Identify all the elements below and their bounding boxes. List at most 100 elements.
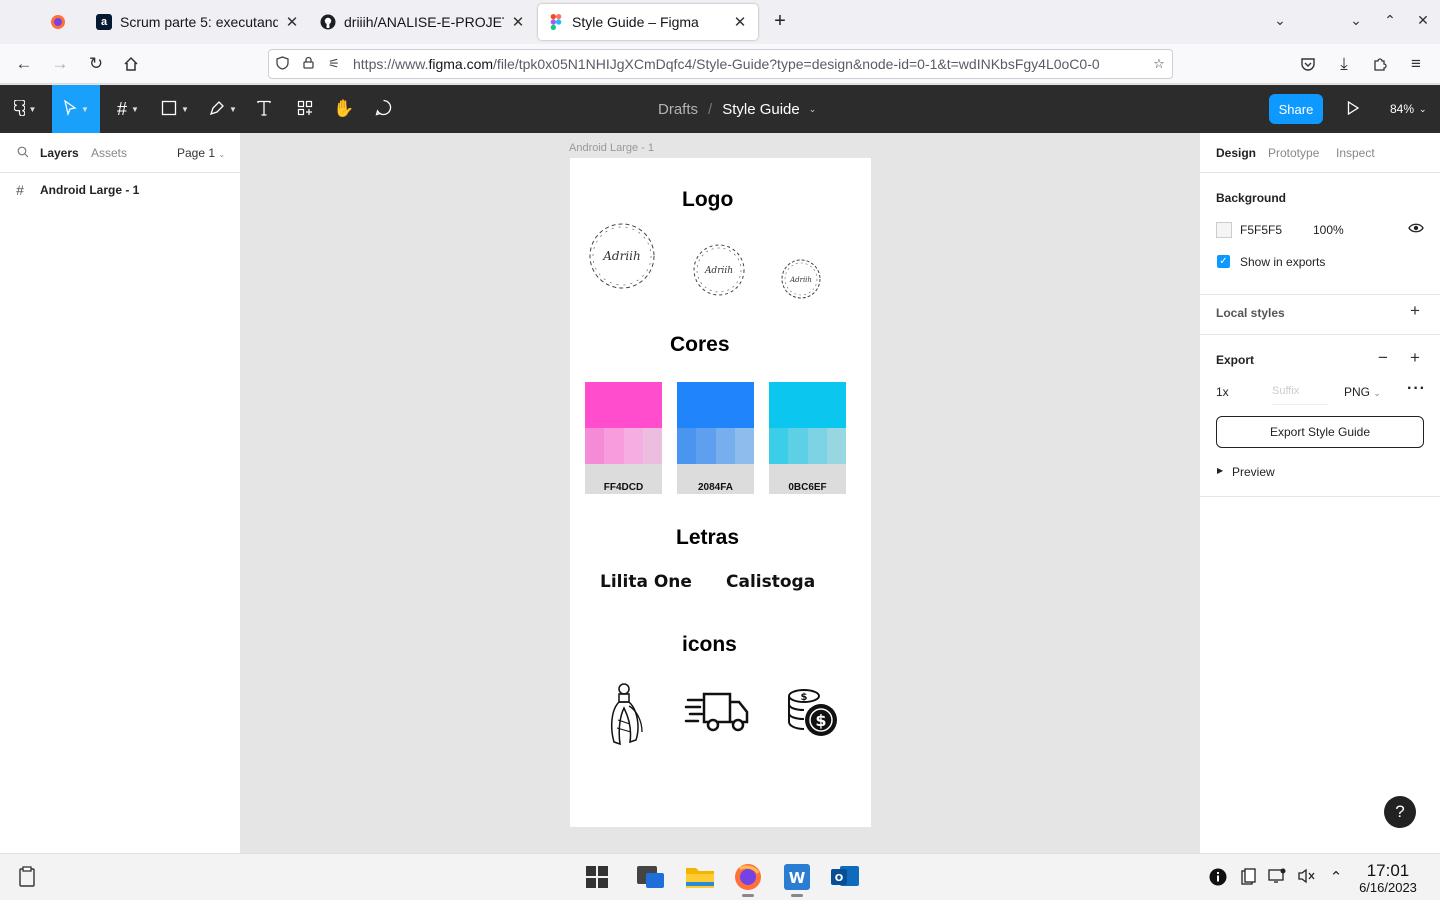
bookmark-star-icon[interactable]: ☆ [1146, 56, 1172, 72]
close-tab-icon[interactable]: ✕ [284, 13, 300, 31]
start-menu-icon[interactable] [582, 862, 612, 892]
design-canvas[interactable]: Android Large - 1 Logo Adriih Adriih Adr… [241, 133, 1199, 853]
pocket-icon[interactable] [1296, 52, 1320, 76]
caret-right-icon[interactable]: ▶ [1217, 466, 1223, 475]
chevron-up-icon[interactable]: ⌃ [1326, 868, 1346, 886]
zoom-level: 84% [1390, 102, 1415, 116]
export-suffix-input[interactable]: Suffix [1272, 385, 1328, 405]
reload-icon[interactable]: ↻ [84, 52, 108, 76]
task-view-icon[interactable] [636, 862, 666, 892]
preview-toggle[interactable]: Preview [1232, 465, 1275, 479]
logo-heading[interactable]: Logo [682, 188, 733, 212]
remove-export-icon[interactable]: − [1375, 348, 1391, 368]
lock-icon[interactable] [295, 56, 321, 72]
maximize-icon[interactable]: ⌃ [1380, 12, 1400, 29]
info-icon[interactable] [1208, 868, 1228, 890]
icons-heading[interactable]: icons [682, 633, 737, 657]
shape-tool[interactable]: ▼ [154, 85, 196, 133]
logo-small[interactable]: Adriih [778, 256, 824, 302]
shield-icon[interactable] [269, 55, 295, 73]
color-swatch[interactable]: FF4DCD [585, 382, 662, 494]
minimize-icon[interactable]: ⌄ [1346, 12, 1366, 29]
file-name[interactable]: Style Guide [722, 101, 800, 118]
export-button[interactable]: Export Style Guide [1216, 416, 1424, 448]
add-export-icon[interactable]: + [1407, 348, 1423, 368]
share-button[interactable]: Share [1269, 94, 1323, 124]
eye-icon[interactable] [1408, 221, 1424, 238]
system-clock[interactable]: 17:01 6/16/2023 [1350, 862, 1426, 896]
perfume-bottle-icon[interactable] [606, 680, 646, 746]
outlook-icon[interactable]: O [830, 862, 860, 892]
help-button[interactable]: ? [1384, 796, 1416, 828]
chevron-down-icon[interactable]: ⌄ [809, 104, 817, 115]
close-window-icon[interactable]: ✕ [1413, 12, 1433, 29]
add-style-icon[interactable]: + [1407, 301, 1423, 321]
background-color-swatch[interactable] [1216, 222, 1232, 238]
downloads-icon[interactable]: ⤓ [1332, 52, 1356, 76]
close-tab-icon[interactable]: ✕ [732, 13, 748, 31]
export-format: PNG [1344, 385, 1371, 399]
tab-figma[interactable]: Style Guide – Figma ✕ [538, 4, 758, 40]
swatch-main-color [585, 382, 662, 428]
main-menu-button[interactable]: ▼ [6, 85, 44, 133]
firefox-taskbar-icon[interactable] [733, 862, 763, 897]
fonts-heading[interactable]: Letras [676, 526, 739, 550]
logo-medium[interactable]: Adriih [689, 240, 749, 300]
url-text[interactable]: https://www.figma.com/file/tpk0x05N1NHIJ… [347, 56, 1146, 72]
url-bar[interactable]: ⚟ https://www.figma.com/file/tpk0x05N1NH… [268, 49, 1173, 79]
search-icon[interactable] [17, 146, 29, 158]
present-button[interactable] [1338, 85, 1368, 133]
move-tool[interactable]: ▼ [52, 85, 100, 133]
color-swatch[interactable]: 0BC6EF [769, 382, 846, 494]
tab-prototype[interactable]: Prototype [1268, 146, 1319, 160]
new-tab-button[interactable]: + [768, 10, 792, 34]
list-tabs-icon[interactable]: ⌄ [1270, 12, 1290, 29]
frame-label[interactable]: Android Large - 1 [569, 142, 654, 154]
file-manager-icon[interactable] [685, 862, 715, 892]
back-icon[interactable]: ← [12, 52, 36, 76]
font-sample-lilita-one[interactable]: Lilita One [600, 572, 692, 592]
forward-icon[interactable]: → [48, 52, 72, 76]
tab-github[interactable]: driiih/ANALISE-E-PROJETO- ✕ [310, 4, 536, 40]
extensions-icon[interactable] [1368, 52, 1392, 76]
page-selector[interactable]: Page 1 ⌄ [177, 146, 225, 160]
colors-heading[interactable]: Cores [670, 333, 730, 357]
tab-scrum[interactable]: a Scrum parte 5: executando ✕ [86, 4, 310, 40]
network-icon[interactable] [1267, 868, 1287, 888]
background-hex-input[interactable]: F5F5F5 [1240, 223, 1282, 237]
font-sample-calistoga[interactable]: Calistoga [726, 572, 815, 592]
permissions-icon[interactable]: ⚟ [321, 56, 347, 72]
export-scale-select[interactable]: 1x [1216, 385, 1229, 399]
tab-design[interactable]: Design [1216, 146, 1256, 160]
tab-layers[interactable]: Layers [40, 146, 79, 160]
writer-icon[interactable]: W [782, 862, 812, 897]
volume-muted-icon[interactable] [1297, 868, 1317, 888]
export-format-select[interactable]: PNG ⌄ [1344, 385, 1381, 399]
comment-tool[interactable] [369, 85, 397, 133]
text-tool[interactable] [250, 85, 278, 133]
resources-tool[interactable] [290, 85, 320, 133]
color-swatch[interactable]: 2084FA [677, 382, 754, 494]
show-in-exports-checkbox[interactable]: ✓ [1217, 255, 1230, 268]
tab-title: Scrum parte 5: executando [120, 14, 278, 30]
background-opacity-input[interactable]: 100% [1313, 223, 1344, 237]
frame-tool[interactable]: # ▼ [108, 85, 148, 133]
tab-assets[interactable]: Assets [91, 146, 127, 160]
more-options-icon[interactable]: ··· [1407, 380, 1426, 398]
coins-dollar-icon[interactable]: $ $ [786, 688, 840, 740]
tab-firefox[interactable] [40, 4, 80, 40]
close-tab-icon[interactable]: ✕ [510, 13, 526, 31]
tab-inspect[interactable]: Inspect [1336, 146, 1375, 160]
logo-large[interactable]: Adriih [582, 216, 662, 296]
drafts-link[interactable]: Drafts [658, 101, 698, 118]
home-icon[interactable] [119, 52, 143, 76]
layer-row[interactable]: # Android Large - 1 [0, 181, 240, 199]
clipboard-tray-icon[interactable] [1238, 868, 1258, 890]
delivery-truck-icon[interactable] [684, 690, 750, 732]
hand-tool[interactable]: ✋ [330, 85, 358, 133]
clipboard-icon[interactable] [12, 862, 42, 892]
android-frame[interactable]: Logo Adriih Adriih Adriih Cores FF4DCD 20… [570, 158, 871, 827]
menu-icon[interactable]: ≡ [1404, 52, 1428, 76]
pen-tool[interactable]: ▼ [202, 85, 244, 133]
zoom-menu[interactable]: 84% ⌄ [1390, 85, 1427, 133]
